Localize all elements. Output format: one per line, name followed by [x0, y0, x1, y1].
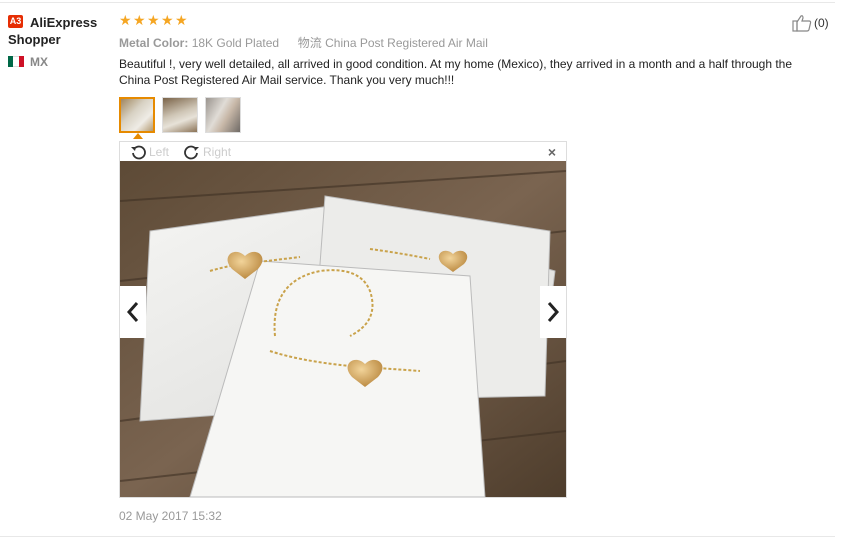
chevron-right-icon	[547, 302, 560, 322]
star-icon: ★	[119, 12, 132, 28]
review-photo	[120, 161, 566, 497]
reviewer-country: MX	[30, 55, 48, 69]
thumbs-up-icon	[792, 15, 812, 32]
star-icon: ★	[147, 12, 160, 28]
helpful-count: (0)	[814, 16, 829, 30]
jewelry-photo-image	[120, 161, 566, 497]
previous-image-button[interactable]	[120, 286, 146, 338]
reviewer-name: AliExpress Shopper	[8, 15, 98, 47]
thumbnail-3[interactable]	[205, 97, 241, 133]
rotate-right-label: Right	[203, 144, 232, 159]
review-text: Beautiful !, very well detailed, all arr…	[119, 57, 793, 87]
review-thumbnails	[119, 97, 241, 133]
top-divider	[0, 2, 835, 3]
metal-color-value: 18K Gold Plated	[191, 36, 280, 50]
bottom-divider	[0, 536, 835, 537]
rating-stars: ★ ★ ★ ★ ★	[119, 12, 188, 28]
star-icon: ★	[133, 12, 146, 28]
rotate-left-label: Left	[149, 144, 170, 159]
order-attributes: Metal Color: 18K Gold Plated 物流 China Po…	[119, 34, 488, 51]
active-thumbnail-caret	[133, 133, 143, 139]
star-icon: ★	[175, 12, 188, 28]
rotate-right-button[interactable]: Right	[183, 144, 231, 160]
thumbnail-1[interactable]	[119, 97, 155, 133]
chevron-left-icon	[126, 302, 139, 322]
star-icon: ★	[161, 12, 174, 28]
shipping-icon: 物流	[297, 36, 322, 50]
close-viewer-button[interactable]: ×	[548, 145, 556, 159]
rotate-left-button[interactable]: Left	[129, 144, 169, 160]
image-viewer: Left Right ×	[119, 141, 567, 498]
helpful-button[interactable]: (0)	[792, 14, 829, 32]
rotate-left-icon	[131, 145, 146, 159]
metal-color-label: Metal Color:	[119, 36, 189, 50]
shipping-method: China Post Registered Air Mail	[325, 36, 488, 50]
mexico-flag-icon	[8, 56, 24, 67]
review-date: 02 May 2017 15:32	[119, 509, 222, 523]
viewer-toolbar: Left Right ×	[120, 142, 566, 161]
thumbnail-2[interactable]	[162, 97, 198, 133]
rotate-right-icon	[184, 145, 200, 159]
next-image-button[interactable]	[540, 286, 566, 338]
